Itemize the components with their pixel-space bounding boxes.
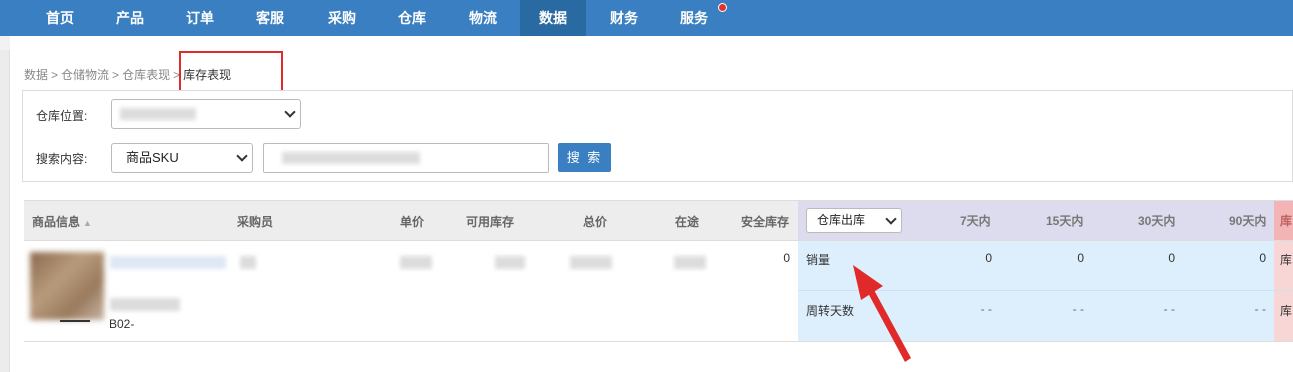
left-sidebar-edge: [0, 50, 10, 372]
inventory-table: 商品信息 ▲ 采购员 单价 可用库存 总价 在途 安全库存: [24, 200, 1293, 342]
nav-item-finance[interactable]: 财务: [592, 0, 656, 36]
turnover-cut: 库: [1280, 304, 1293, 318]
warehouse-select[interactable]: [111, 99, 301, 129]
col-90-days: 90天内: [1229, 214, 1267, 228]
redacted-total: [570, 256, 612, 269]
nav-item-logistics[interactable]: 物流: [451, 0, 515, 36]
nav-item-product[interactable]: 产品: [100, 0, 160, 36]
sales-cut: 库: [1280, 253, 1293, 267]
search-type-select[interactable]: 商品SKU: [111, 143, 253, 173]
sales-7d: 0: [985, 251, 992, 265]
metric-row-divider: [798, 290, 1293, 291]
search-type-value: 商品SKU: [126, 150, 179, 165]
search-button[interactable]: 搜 索: [558, 143, 611, 172]
col-safety-stock[interactable]: 安全库存: [741, 213, 789, 230]
col-truncated: 库: [1280, 214, 1293, 228]
safety-stock-value: 0: [783, 251, 790, 265]
nav-item-services[interactable]: 服务: [662, 0, 726, 36]
header-divider: [24, 240, 1293, 241]
sales-30d: 0: [1168, 251, 1175, 265]
chevron-down-icon: [284, 106, 296, 118]
sales-90d: 0: [1259, 251, 1266, 265]
redacted-buyer: [240, 256, 256, 269]
period-type-select[interactable]: 仓库出库: [806, 208, 902, 233]
nav-item-data[interactable]: 数据: [520, 0, 586, 36]
col-total-price[interactable]: 总价: [583, 213, 607, 230]
period-type-value: 仓库出库: [817, 213, 866, 227]
search-label: 搜索内容:: [36, 152, 88, 166]
col-15-days: 15天内: [1046, 214, 1084, 228]
search-input[interactable]: [263, 143, 549, 173]
turnover-90d: - -: [1254, 302, 1266, 316]
col-available-stock[interactable]: 可用库存: [466, 213, 514, 230]
thumbnail-underline: [60, 320, 90, 322]
nav-item-purchase[interactable]: 采购: [310, 0, 374, 36]
sales-15d: 0: [1077, 251, 1084, 265]
col-in-transit[interactable]: 在途: [675, 213, 699, 230]
breadcrumb-item-warehouse-performance[interactable]: 仓库表现: [122, 68, 170, 82]
redacted-in-transit: [674, 256, 706, 269]
redacted-unit-price: [400, 256, 432, 269]
nav-item-order[interactable]: 订单: [170, 0, 230, 36]
product-sku[interactable]: B02-: [109, 317, 134, 331]
redacted-available: [495, 256, 525, 269]
nav-item-service[interactable]: 客服: [240, 0, 300, 36]
turnover-15d: - -: [1072, 302, 1084, 316]
col-buyer: 采购员: [237, 215, 274, 229]
notification-badge: [718, 3, 727, 12]
col-unit-price[interactable]: 单价: [400, 213, 424, 230]
sort-icon: ▲: [83, 218, 92, 228]
annotation-highlight-box: [179, 51, 283, 95]
col-7-days: 7天内: [960, 214, 991, 228]
col-product-info[interactable]: 商品信息 ▲: [32, 213, 92, 230]
nav-item-warehouse[interactable]: 仓库: [381, 0, 443, 36]
top-nav-bar: 首页 产品 订单 客服 采购 仓库 物流 数据 财务 服务: [0, 0, 1293, 36]
metric-label-turnover-days: 周转天数: [806, 304, 855, 318]
breadcrumb-item-storage-logistics[interactable]: 仓储物流: [61, 68, 109, 82]
chevron-down-icon: [885, 213, 897, 225]
breadcrumb-item-data[interactable]: 数据: [24, 68, 48, 82]
nav-item-home[interactable]: 首页: [30, 0, 90, 36]
chevron-down-icon: [236, 150, 248, 162]
turnover-30d: - -: [1163, 302, 1175, 316]
turnover-7d: - -: [980, 302, 992, 316]
metric-label-sales: 销量: [806, 253, 831, 267]
redacted-warehouse-value: [120, 108, 196, 120]
col-30-days: 30天内: [1138, 214, 1176, 228]
redacted-product-detail: [110, 298, 180, 311]
product-thumbnail[interactable]: [30, 252, 104, 320]
redacted-search-text: [282, 152, 420, 164]
redacted-product-name: [110, 256, 226, 269]
warehouse-label: 仓库位置:: [36, 109, 88, 123]
